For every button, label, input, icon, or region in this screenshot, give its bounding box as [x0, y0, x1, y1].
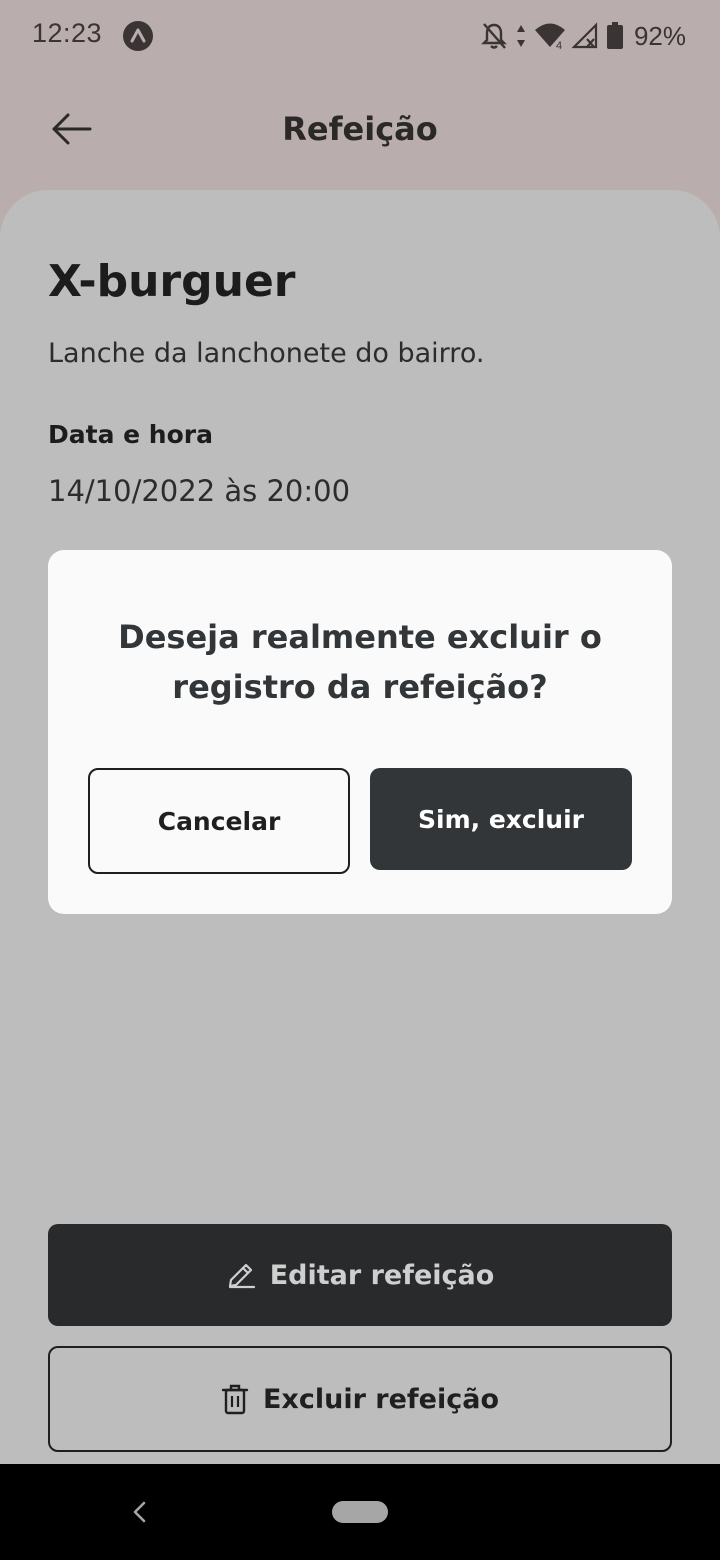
signal-icon [571, 21, 600, 51]
status-icons: 4 92% [480, 18, 686, 54]
dialog-message: Deseja realmente excluir o registro da r… [118, 618, 602, 706]
trash-icon [221, 1383, 249, 1415]
page-title: Refeição [282, 110, 438, 148]
meal-description: Lanche da lanchonete do bairro. [48, 338, 485, 369]
battery-percentage: 92% [633, 20, 686, 51]
svg-text:4: 4 [556, 40, 562, 51]
meal-name: X-burguer [48, 256, 296, 307]
edit-meal-button[interactable]: Editar refeição [48, 1224, 672, 1326]
battery-icon [606, 21, 624, 51]
app-header: Refeição [0, 88, 720, 174]
edit-meal-label: Editar refeição [269, 1259, 495, 1291]
datetime-value: 14/10/2022 às 20:00 [48, 474, 351, 508]
confirm-delete-button[interactable]: Sim, excluir [370, 768, 632, 870]
status-bar: 12:23 4 92% [0, 0, 720, 72]
confirm-delete-label: Sim, excluir [418, 804, 584, 834]
delete-confirmation-dialog: Deseja realmente excluir o registro da r… [48, 550, 672, 914]
cancel-label: Cancelar [157, 806, 281, 836]
delete-meal-button[interactable]: Excluir refeição [48, 1346, 672, 1452]
nav-back-icon[interactable] [120, 1492, 160, 1532]
delete-meal-label: Excluir refeição [262, 1383, 500, 1415]
home-pill-icon[interactable] [332, 1501, 388, 1523]
screen: 12:23 4 92% Refeição X-burguer Lanche da… [0, 0, 720, 1560]
pencil-icon [226, 1260, 256, 1290]
cancel-button[interactable]: Cancelar [88, 768, 350, 874]
data-transfer-icon [514, 21, 528, 51]
status-time: 12:23 [32, 18, 103, 48]
datetime-label: Data e hora [48, 420, 213, 449]
system-navigation-bar [0, 1464, 720, 1560]
app-indicator-icon [122, 20, 154, 52]
bell-off-icon [480, 21, 508, 51]
wifi-icon: 4 [534, 21, 566, 51]
